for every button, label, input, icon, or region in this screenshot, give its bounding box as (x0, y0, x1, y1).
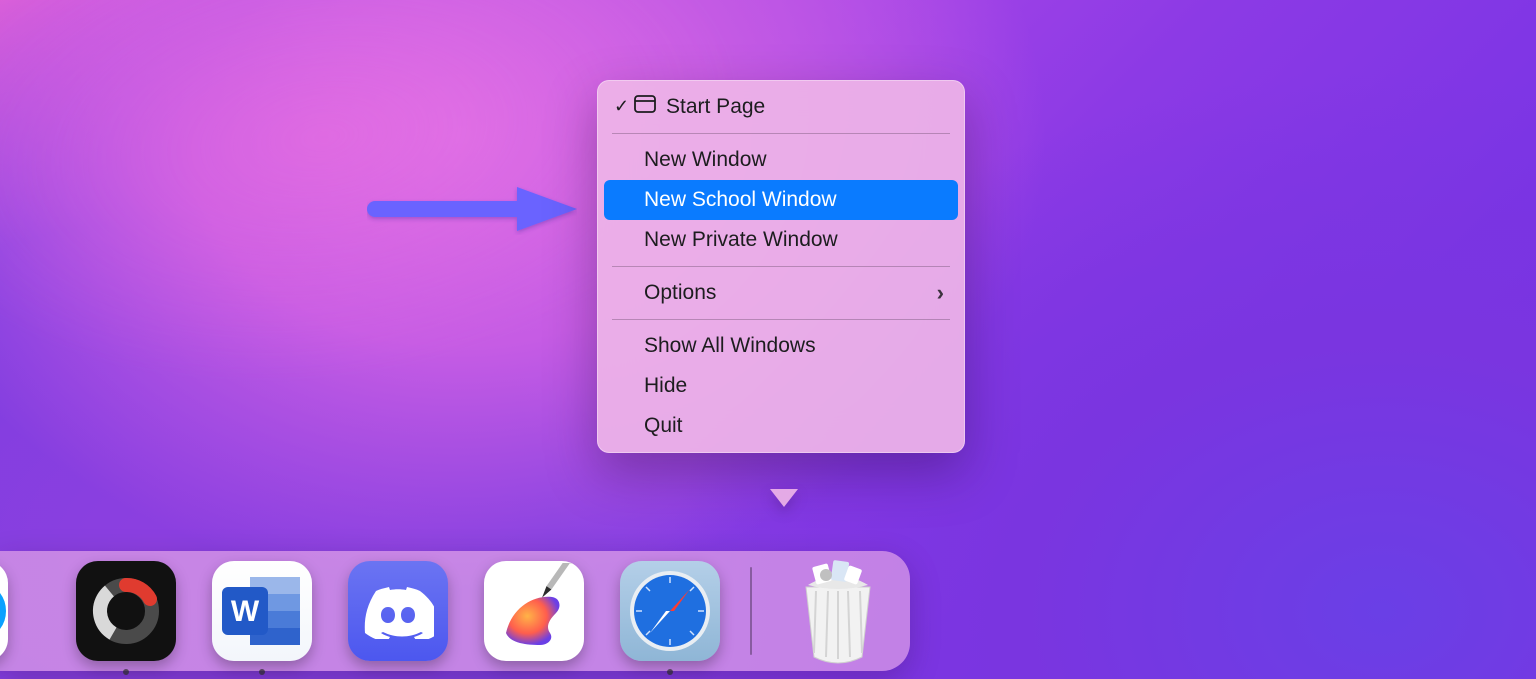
menu-item-label: Show All Windows (644, 334, 816, 358)
dock-app-system-ring[interactable] (76, 561, 176, 661)
paint-app-icon (484, 561, 584, 661)
window-icon (634, 95, 656, 119)
menu-item-hide[interactable]: Hide (604, 366, 958, 406)
menu-separator (612, 266, 950, 267)
dock-trash[interactable] (782, 561, 886, 661)
menu-item-new-school-window[interactable]: New School Window (604, 180, 958, 220)
menu-item-label: New School Window (644, 188, 837, 212)
menu-item-label: Hide (644, 374, 687, 398)
chevron-right-icon: › (937, 280, 944, 306)
dock-app-paint[interactable] (484, 561, 584, 661)
desktop: ✓ Start Page New Window New School Windo… (0, 0, 1536, 679)
running-dot-icon (123, 669, 129, 675)
menu-item-label: Quit (644, 414, 683, 438)
svg-text:W: W (231, 595, 260, 628)
context-menu-tail-icon (770, 489, 798, 507)
menu-item-show-all-windows[interactable]: Show All Windows (604, 326, 958, 366)
menu-item-label: Start Page (666, 95, 765, 119)
discord-icon (348, 561, 448, 661)
dock: W (0, 551, 910, 671)
menu-item-options[interactable]: Options › (604, 273, 958, 313)
menu-item-new-private-window[interactable]: New Private Window (604, 220, 958, 260)
trash-full-icon (786, 557, 882, 665)
running-dot-icon (259, 669, 265, 675)
dock-app-partial[interactable] (0, 561, 40, 661)
menu-item-quit[interactable]: Quit (604, 406, 958, 446)
partial-app-icon (0, 561, 8, 661)
dock-context-menu: ✓ Start Page New Window New School Windo… (597, 80, 965, 453)
running-dot-icon (667, 669, 673, 675)
dock-app-word[interactable]: W (212, 561, 312, 661)
annotation-arrow-icon (367, 183, 577, 235)
menu-separator (612, 319, 950, 320)
safari-icon (620, 561, 720, 661)
menu-item-label: Options (644, 281, 716, 305)
menu-item-new-window[interactable]: New Window (604, 140, 958, 180)
dock-app-safari[interactable] (620, 561, 720, 661)
microsoft-word-icon: W (212, 561, 312, 661)
menu-item-start-page[interactable]: ✓ Start Page (604, 87, 958, 127)
system-ring-app-icon (76, 561, 176, 661)
dock-divider (750, 567, 752, 655)
dock-app-discord[interactable] (348, 561, 448, 661)
menu-item-label: New Private Window (644, 228, 838, 252)
menu-separator (612, 133, 950, 134)
menu-item-label: New Window (644, 148, 767, 172)
dock-region: W (0, 519, 1536, 679)
checkmark-icon: ✓ (614, 96, 629, 117)
